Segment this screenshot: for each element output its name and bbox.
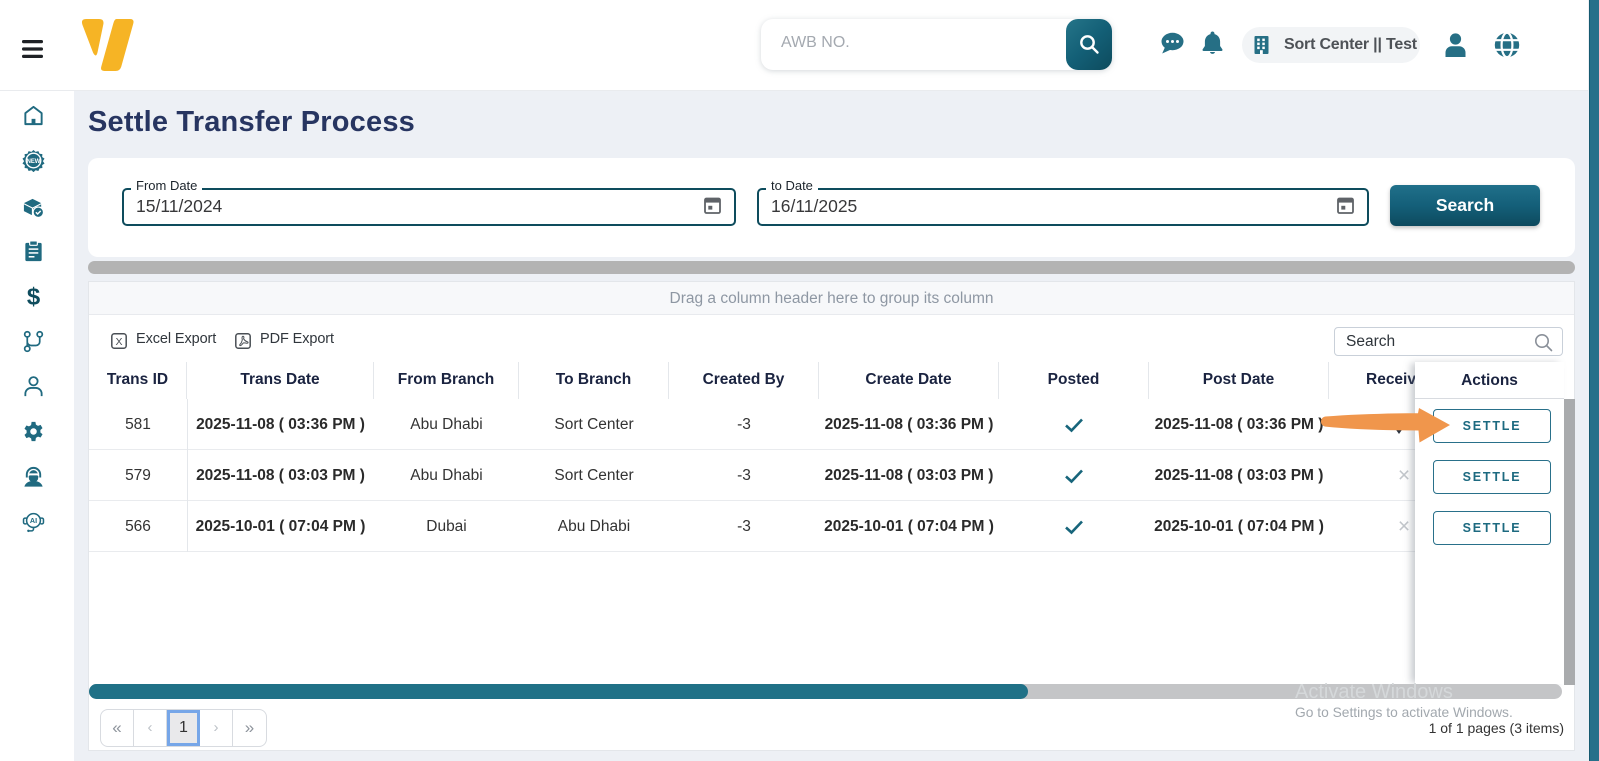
svg-text:$: $ xyxy=(27,285,40,308)
svg-text:NEW: NEW xyxy=(27,159,41,165)
svg-text:X: X xyxy=(115,336,122,348)
svg-text:AI: AI xyxy=(30,517,37,525)
